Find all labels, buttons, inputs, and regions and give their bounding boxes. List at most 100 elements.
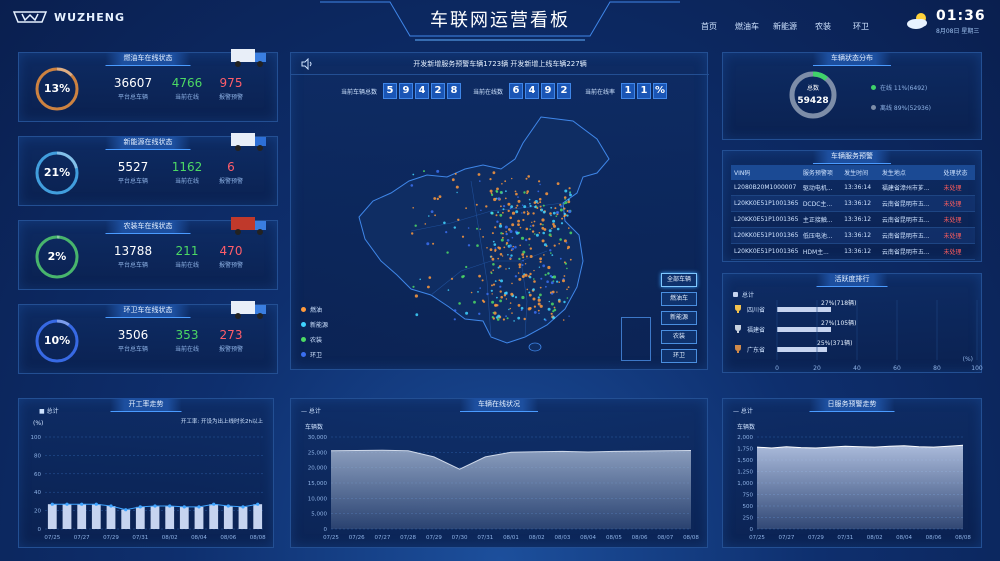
vehicle-location-dot	[504, 225, 508, 229]
legend-online: 在线 11%(6492)	[871, 83, 927, 92]
alarm-row[interactable]: L20KK0E51P1001365 低压电池... 13:36:12 云南省昆明市五.…	[731, 227, 975, 244]
vehicle-location-dot	[529, 255, 533, 258]
bar[interactable]	[77, 504, 87, 529]
kpi-label: 当前在线率	[585, 88, 616, 96]
legend-fuel[interactable]: 燃油	[301, 305, 328, 314]
filter-agri-button[interactable]: 农装	[661, 330, 697, 344]
vehicle-location-dot	[563, 196, 567, 199]
vehicle-location-dot	[475, 203, 478, 206]
stat-alarm: 975 报警预警	[218, 76, 243, 101]
vehicle-location-dot	[547, 265, 551, 270]
bar[interactable]	[209, 504, 219, 529]
vehicle-location-dot	[412, 207, 414, 209]
alarm-row[interactable]: L20KK0E51P1001365 HDM主... 13:36:12 云南省昆明市五.…	[731, 243, 975, 260]
filter-fuel-button[interactable]: 燃油车	[661, 292, 697, 306]
x-tick-label: 08/05	[606, 535, 622, 541]
online-status-area-chart[interactable]: — 总计车辆数 0 5,000 10,000 15,000 20,000 25,000 30,…	[291, 399, 709, 549]
legend-sanitation[interactable]: 环卫	[301, 350, 328, 359]
filter-new-energy-button[interactable]: 新能源	[661, 311, 697, 325]
alarm-row[interactable]: L20KK0E51P1001365 主正接触... 13:36:12 云南省昆明市五.…	[731, 211, 975, 228]
vehicle-location-dot	[533, 278, 535, 280]
vehicle-location-dot	[520, 236, 525, 240]
vehicle-location-dot	[567, 245, 570, 249]
vehicle-location-dot	[499, 290, 502, 293]
bar[interactable]	[47, 504, 57, 529]
service-alarm-area-chart[interactable]: — 总计车辆数 0 250 500 750 1,000 1,250 1,500 1,750 2,0…	[723, 399, 983, 549]
alarm-cell: 福建省漳州市芗...	[878, 180, 941, 196]
y-tick-label: 25,000	[308, 450, 328, 456]
vehicle-location-dot	[569, 193, 572, 197]
online-rate-bar-chart[interactable]: ■ 总计 (%) 开工率: 开设为出上线时长2h以上 0 20 40 60 80 100 07/2…	[19, 399, 275, 549]
filter-all-button[interactable]: 全部车辆	[661, 273, 697, 287]
y-tick-label: 1,750	[737, 447, 753, 453]
stat-alarm: 6 报警预警	[218, 160, 243, 185]
kpi-digit: 2	[557, 83, 572, 99]
bar[interactable]	[223, 506, 233, 529]
vehicle-location-dot	[461, 275, 464, 279]
vehicle-location-dot	[430, 210, 434, 213]
nav-home[interactable]: 首页	[690, 19, 728, 34]
bar[interactable]	[194, 506, 204, 529]
nav-sanitation[interactable]: 环卫	[842, 19, 880, 34]
vehicle-location-dot	[511, 282, 513, 285]
vehicle-location-dot	[461, 235, 465, 238]
vehicle-location-dot	[521, 204, 524, 206]
alarm-row[interactable]: L20KK0E51P1001365 DCDC主... 13:36:12 云南省昆明市五…	[731, 195, 975, 212]
vehicle-location-dot	[479, 287, 481, 289]
vehicle-location-dot	[453, 318, 456, 321]
vehicle-location-dot	[503, 205, 506, 208]
bar[interactable]	[62, 504, 72, 529]
bar[interactable]	[165, 506, 175, 529]
vehicle-location-dot	[533, 201, 537, 204]
bar[interactable]	[135, 506, 145, 529]
vehicle-location-dot	[532, 288, 535, 291]
alarm-cell: 13:36:12	[841, 227, 879, 244]
vehicle-location-dot	[533, 305, 536, 308]
y-tick-label: 40	[34, 490, 41, 496]
alarm-header-cell: VIN码	[731, 165, 800, 180]
vehicle-location-dot	[502, 236, 504, 239]
bar[interactable]	[179, 506, 189, 529]
nav-fuel[interactable]: 燃油车	[728, 19, 766, 34]
vehicle-location-dot	[538, 180, 541, 183]
data-point	[212, 502, 216, 506]
legend-new-energy[interactable]: 新能源	[301, 320, 328, 329]
alarm-row[interactable]: L2080B20M1000007 驱动电机... 13:36:14 福建省漳州市芗..…	[731, 180, 975, 196]
notice-bar: 开发新增服务预警车辆1723辆 开发新增上线车辆227辆	[291, 53, 709, 75]
alarm-cell: L20KK0E51P1001365	[731, 227, 800, 244]
bar[interactable]	[121, 509, 131, 529]
vehicle-location-dot	[512, 245, 514, 248]
vehicle-location-dot	[549, 212, 552, 215]
vehicle-card[interactable]: 新能源在线状态 21% 5527 平台总车辆 1162 当前在线 6 报警预警	[18, 133, 278, 206]
vehicle-location-dot	[525, 177, 528, 180]
legend-agri[interactable]: 农装	[301, 335, 328, 344]
bar[interactable]	[150, 506, 160, 529]
vehicle-location-dot	[433, 197, 437, 200]
nav-agri[interactable]: 农装	[804, 19, 842, 34]
bar[interactable]	[238, 506, 248, 529]
vehicle-card[interactable]: 燃油车在线状态 13% 36607 平台总车辆 4766 当前在线 975 报警…	[18, 49, 278, 122]
vehicle-location-dot	[552, 275, 557, 279]
nav-new-energy[interactable]: 新能源	[766, 19, 804, 34]
vehicle-location-dot	[427, 285, 430, 289]
bar[interactable]	[106, 506, 116, 529]
map-panel: 开发新增服务预警车辆1723辆 开发新增上线车辆227辆 当前车辆总数 5942…	[290, 52, 709, 370]
alarm-cell: 未处理	[940, 211, 975, 228]
filter-sanitation-button[interactable]: 环卫	[661, 349, 697, 363]
vehicle-location-dot	[547, 307, 551, 311]
vehicle-location-dot	[505, 268, 507, 270]
vehicle-location-dot	[525, 255, 528, 258]
bar[interactable]	[253, 504, 263, 529]
bar[interactable]	[91, 504, 101, 529]
x-tick-label: 07/29	[808, 535, 824, 541]
alarm-header-cell: 发生时间	[841, 165, 879, 180]
vehicle-location-dot	[528, 293, 532, 297]
brand[interactable]: WUZHENG	[12, 9, 125, 25]
vehicle-location-dot	[465, 265, 468, 269]
kpi-rate: 当前在线率 1 1%	[585, 83, 668, 99]
vehicle-location-dot	[504, 197, 507, 200]
china-map[interactable]	[351, 111, 651, 361]
vehicle-card[interactable]: 农装车在线状态 2% 13788 平台总车辆 211 当前在线 470 报警预警	[18, 217, 278, 290]
vehicle-card[interactable]: 环卫车在线状态 10% 3506 平台总车辆 353 当前在线 273 报警预警	[18, 301, 278, 374]
vehicle-location-dot	[476, 227, 478, 230]
